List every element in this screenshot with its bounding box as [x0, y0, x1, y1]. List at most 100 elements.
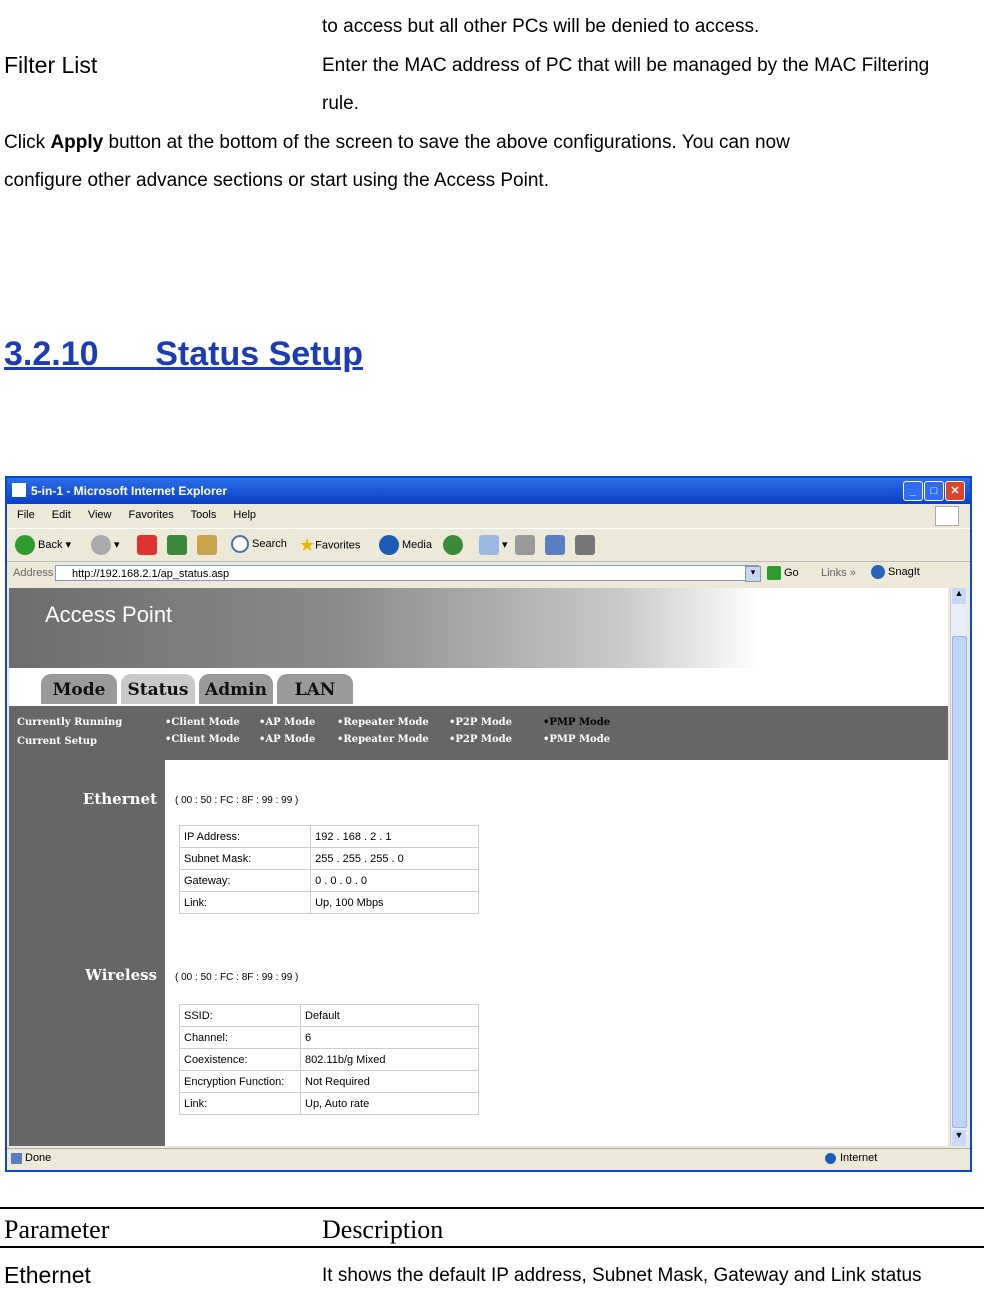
- toolbar: Back ▾ ▾ Search ★Favorites Media ▾: [7, 528, 970, 562]
- globe-icon: [825, 1152, 836, 1164]
- ie-page-icon: [12, 483, 26, 497]
- snagit-button[interactable]: SnagIt: [871, 565, 920, 579]
- setup-repeater-mode[interactable]: •Repeater Mode: [337, 734, 429, 745]
- table-row: Subnet Mask: 255 . 255 . 255 . 0: [178, 847, 479, 870]
- status-bar: Done Internet: [7, 1148, 970, 1169]
- search-icon: [231, 535, 249, 553]
- vertical-scrollbar[interactable]: ▲ ▼: [950, 588, 967, 1146]
- banner-title: Access Point: [45, 602, 173, 627]
- url-dropdown-icon[interactable]: ▾: [745, 566, 761, 582]
- table-row: IP Address: 192 . 168 . 2 . 1: [178, 825, 479, 848]
- table-row: Link: Up, Auto rate: [179, 1092, 479, 1115]
- parameter-header: Parameter: [4, 1215, 110, 1244]
- tab-admin[interactable]: Admin: [199, 674, 273, 704]
- mail-icon: [479, 535, 499, 555]
- go-button[interactable]: Go: [767, 566, 799, 580]
- forward-arrow-icon: [91, 535, 111, 555]
- history-button[interactable]: [443, 535, 466, 555]
- snagit-icon: [871, 565, 885, 579]
- scroll-down-icon[interactable]: ▼: [952, 1130, 966, 1146]
- back-button[interactable]: Back ▾: [15, 535, 71, 555]
- messenger-button[interactable]: [575, 535, 598, 555]
- maximize-icon[interactable]: □: [924, 481, 944, 501]
- mode-bar: Currently Running Current Setup •Client …: [9, 706, 948, 760]
- ethernet-mac: ( 00 : 50 : FC : 8F : 99 : 99 ): [175, 795, 299, 806]
- table-row: SSID: Default: [179, 1004, 479, 1027]
- table-row: Link: Up, 100 Mbps: [178, 891, 479, 914]
- stop-icon: [137, 535, 157, 555]
- stop-button[interactable]: [137, 535, 160, 555]
- running-ap-mode: •AP Mode: [259, 717, 316, 728]
- menu-file[interactable]: File: [17, 509, 35, 521]
- home-icon: [197, 535, 217, 555]
- print-button[interactable]: [515, 535, 538, 555]
- favorites-button[interactable]: ★Favorites: [299, 535, 360, 556]
- links-button[interactable]: Links »: [821, 567, 856, 579]
- setup-pmp-mode[interactable]: •PMP Mode: [543, 734, 610, 745]
- setup-p2p-mode[interactable]: •P2P Mode: [449, 734, 512, 745]
- menu-help[interactable]: Help: [233, 509, 256, 521]
- browser-window: 5-in-1 - Microsoft Internet Explorer _ □…: [5, 476, 972, 1172]
- scroll-thumb[interactable]: [952, 636, 967, 1128]
- setup-client-mode[interactable]: •Client Mode: [165, 734, 240, 745]
- url-input[interactable]: http://192.168.2.1/ap_status.asp: [55, 565, 759, 581]
- ethernet-label: Ethernet: [82, 790, 157, 808]
- menu-favorites[interactable]: Favorites: [129, 509, 174, 521]
- tab-mode[interactable]: Mode: [41, 674, 117, 704]
- table-top-rule: [0, 1207, 984, 1209]
- status-zone: Internet: [825, 1152, 877, 1164]
- window-title: 5-in-1 - Microsoft Internet Explorer: [31, 484, 228, 498]
- running-pmp-mode: •PMP Mode: [543, 717, 611, 728]
- running-repeater-mode: •Repeater Mode: [337, 717, 429, 728]
- messenger-icon: [575, 535, 595, 555]
- description-header: Description: [322, 1215, 444, 1244]
- edit-icon: [545, 535, 565, 555]
- page-icon: [11, 1152, 22, 1164]
- banner: Access Point: [9, 588, 948, 668]
- minimize-icon[interactable]: _: [903, 481, 923, 501]
- address-label: Address: [13, 567, 54, 579]
- running-p2p-mode: •P2P Mode: [449, 717, 512, 728]
- table-row: Coexistence: 802.11b/g Mixed: [179, 1048, 479, 1071]
- wireless-table: SSID: Default Channel: 6 Coexistence: 802.1…: [179, 1004, 479, 1115]
- menu-view[interactable]: View: [88, 509, 112, 521]
- table-header-rule: [0, 1246, 984, 1248]
- tab-status[interactable]: Status: [121, 674, 195, 704]
- star-icon: ★: [299, 535, 316, 555]
- search-button[interactable]: Search: [231, 535, 287, 553]
- scroll-up-icon[interactable]: ▲: [952, 588, 966, 604]
- tab-bar: Mode Status Admin LAN: [9, 668, 948, 706]
- history-icon: [443, 535, 463, 555]
- running-client-mode: •Client Mode: [165, 717, 240, 728]
- apply-instruction: Click Apply button at the bottom of the …: [4, 132, 790, 153]
- media-icon: [379, 535, 399, 555]
- table-row: Channel: 6: [179, 1026, 479, 1049]
- table-row: Gateway: 0 . 0 . 0 . 0: [178, 869, 479, 892]
- menu-tools[interactable]: Tools: [191, 509, 217, 521]
- intro-line: to access but all other PCs will be deni…: [322, 16, 760, 37]
- status-done: Done: [11, 1152, 51, 1164]
- wireless-label: Wireless: [85, 966, 157, 984]
- setup-ap-mode[interactable]: •AP Mode: [259, 734, 315, 745]
- address-bar: Address http://192.168.2.1/ap_status.asp…: [7, 562, 970, 586]
- currently-running-label: Currently Running: [17, 717, 123, 728]
- edit-button[interactable]: [545, 535, 568, 555]
- windows-logo-icon: [935, 506, 959, 526]
- filter-list-label: Filter List: [4, 52, 98, 78]
- media-button[interactable]: Media: [379, 535, 432, 555]
- ethernet-description: It shows the default IP address, Subnet …: [322, 1265, 922, 1286]
- mail-button[interactable]: ▾: [479, 535, 508, 555]
- filter-list-desc-1: Enter the MAC address of PC that will be…: [322, 55, 930, 76]
- go-arrow-icon: [767, 566, 781, 580]
- forward-button[interactable]: ▾: [91, 535, 120, 555]
- back-arrow-icon: [15, 535, 35, 555]
- menu-edit[interactable]: Edit: [52, 509, 71, 521]
- ethernet-parameter: Ethernet: [4, 1262, 91, 1288]
- tab-lan[interactable]: LAN: [277, 674, 353, 704]
- current-setup-label: Current Setup: [17, 736, 97, 747]
- refresh-button[interactable]: [167, 535, 190, 555]
- web-page: Access Point Mode Status Admin LAN Curre…: [9, 588, 948, 1146]
- home-button[interactable]: [197, 535, 220, 555]
- close-icon[interactable]: ✕: [945, 481, 965, 501]
- section-heading: 3.2.10 Status Setup: [4, 335, 364, 373]
